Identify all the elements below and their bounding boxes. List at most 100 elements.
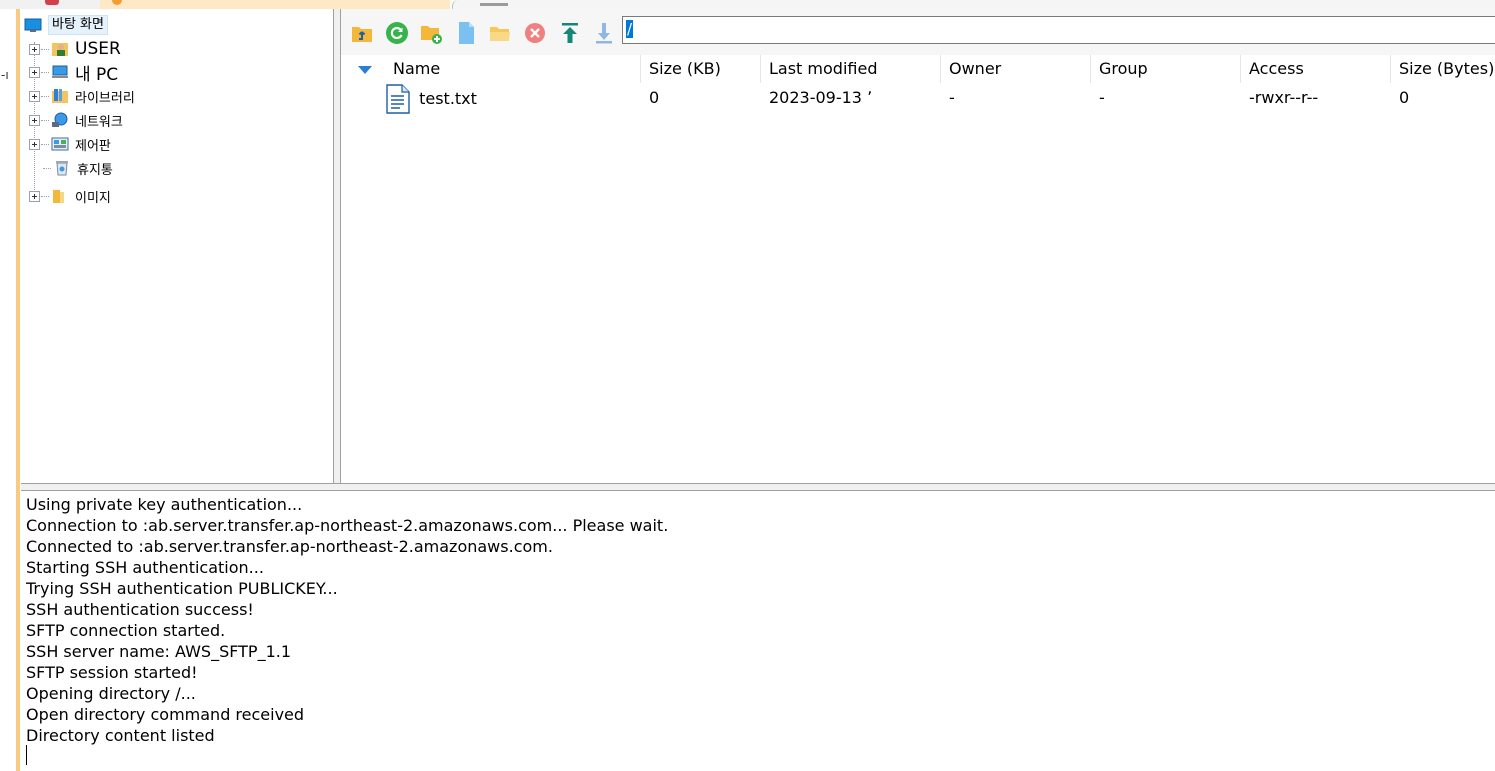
log-line: SFTP connection started. — [26, 621, 226, 640]
tree-item-pc[interactable]: 내 PC — [21, 61, 119, 85]
tree-item-library[interactable]: 라이브러리 — [21, 85, 135, 107]
tree-dots — [41, 195, 49, 197]
file-row[interactable]: test.txt 0 2023-09-13 ʼ - - -rwxr--r-- 0 — [341, 83, 1495, 114]
upload-icon[interactable] — [558, 21, 582, 45]
tab-active-favicon — [112, 0, 122, 5]
tree-dots — [43, 167, 51, 169]
log-line: Directory content listed — [26, 726, 215, 745]
column-label: Group — [1099, 59, 1148, 78]
download-icon[interactable] — [592, 21, 616, 45]
edge-glyph: -ı — [1, 68, 9, 82]
tree-item-label: 제어판 — [75, 138, 111, 154]
column-label: Size (Bytes) — [1399, 59, 1495, 78]
folder-icon — [51, 187, 69, 205]
tree-item-user[interactable]: USER — [21, 38, 121, 60]
open-folder-icon[interactable] — [488, 21, 512, 45]
column-header-last-modified[interactable]: Last modified — [761, 55, 941, 83]
text-file-icon — [385, 83, 411, 114]
delete-icon[interactable] — [523, 21, 547, 45]
tree-dots — [41, 71, 49, 73]
window-accent-bar — [16, 9, 20, 771]
column-label: Size (KB) — [649, 59, 721, 78]
user-folder-icon — [51, 40, 69, 58]
control-panel-icon — [51, 135, 69, 153]
desktop-icon — [24, 16, 42, 34]
remote-pane: / Name Size (KB) Last modified Owner Gro… — [341, 9, 1495, 483]
column-header-size-kb[interactable]: Size (KB) — [641, 55, 761, 83]
column-label: Owner — [949, 59, 1002, 78]
computer-icon — [51, 63, 69, 81]
log-line: Connection to :ab.server.transfer.ap-nor… — [26, 516, 669, 535]
column-label: Last modified — [769, 59, 878, 78]
sort-descending-icon — [358, 66, 372, 74]
log-line: SSH server name: AWS_SFTP_1.1 — [26, 642, 292, 661]
tree-item-label: 이미지 — [75, 190, 111, 206]
new-file-icon[interactable] — [454, 21, 478, 45]
library-icon — [51, 87, 69, 105]
refresh-icon[interactable] — [385, 21, 409, 45]
log-line: Connected to :ab.server.transfer.ap-nort… — [26, 537, 553, 556]
tree-item-label: 라이브러리 — [75, 90, 135, 106]
file-last-modified: 2023-09-13 ʼ — [769, 88, 873, 107]
tab-other[interactable] — [452, 0, 1495, 9]
vertical-splitter[interactable] — [333, 9, 341, 483]
column-header-name[interactable]: Name — [341, 55, 641, 83]
tree-item-desktop[interactable]: 바탕 화면 — [24, 14, 108, 36]
tab-inactive[interactable] — [0, 0, 101, 9]
log-line: Trying SSH authentication PUBLICKEY... — [26, 579, 338, 598]
column-label: Name — [393, 59, 441, 78]
log-line: SSH authentication success! — [26, 600, 254, 619]
path-input[interactable]: / — [622, 16, 1495, 44]
file-name: test.txt — [419, 88, 477, 108]
text-caret — [26, 745, 27, 765]
log-line: Using private key authentication... — [26, 495, 303, 514]
log-line: Open directory command received — [26, 705, 305, 724]
left-edge: -ı — [0, 9, 16, 771]
log-line: SFTP session started! — [26, 663, 198, 682]
tree-item-recycle-bin[interactable]: 휴지통 — [42, 157, 113, 179]
tree-dots — [41, 143, 49, 145]
tree-dots — [41, 119, 49, 121]
expand-icon[interactable] — [29, 138, 40, 150]
column-header-owner[interactable]: Owner — [941, 55, 1091, 83]
tree-item-images[interactable]: 이미지 — [21, 185, 111, 207]
horizontal-splitter[interactable] — [21, 483, 1495, 491]
new-folder-icon[interactable] — [419, 21, 443, 45]
file-access: -rwxr--r-- — [1249, 88, 1319, 107]
recycle-bin-icon — [53, 159, 71, 177]
file-name-cell: test.txt — [341, 83, 641, 114]
toolbar: / — [341, 9, 1495, 55]
tree-item-label: 바탕 화면 — [48, 15, 108, 35]
tab-strip — [0, 0, 1495, 9]
expand-icon[interactable] — [29, 66, 40, 78]
expand-icon[interactable] — [29, 114, 40, 126]
log-console[interactable]: Using private key authentication... Conn… — [21, 491, 1495, 771]
column-label: Access — [1249, 59, 1304, 78]
log-line: Starting SSH authentication... — [26, 558, 264, 577]
column-header-group[interactable]: Group — [1091, 55, 1241, 83]
path-value: / — [626, 20, 634, 38]
file-size-kb: 0 — [649, 88, 660, 107]
tree-item-label: 네트워크 — [75, 114, 123, 130]
expand-icon[interactable] — [29, 43, 40, 55]
file-list-header: Name Size (KB) Last modified Owner Group… — [341, 55, 1495, 83]
tree-item-control-panel[interactable]: 제어판 — [21, 133, 111, 155]
column-header-size-bytes[interactable]: Size (Bytes) — [1391, 55, 1495, 83]
tab-active[interactable] — [100, 0, 450, 9]
tree-item-label: 내 PC — [75, 64, 119, 85]
tab-other-indicator — [480, 3, 508, 6]
expand-icon[interactable] — [29, 90, 40, 102]
column-header-access[interactable]: Access — [1241, 55, 1391, 83]
expand-icon[interactable] — [29, 190, 40, 202]
file-size-bytes: 0 — [1399, 88, 1410, 107]
file-owner: - — [949, 88, 955, 107]
tree-item-label: USER — [75, 39, 121, 59]
tree-dots — [41, 48, 49, 50]
log-line: Opening directory /... — [26, 684, 196, 703]
parent-folder-icon[interactable] — [350, 21, 374, 45]
tree-item-label: 휴지통 — [77, 162, 113, 178]
tree-item-network[interactable]: 네트워크 — [21, 109, 123, 131]
tree-dots — [41, 95, 49, 97]
network-icon — [51, 111, 69, 129]
folder-tree: 바탕 화면 USER 내 PC 라이브러리 네트워크 제어판 휴지통 이미지 — [21, 9, 333, 483]
